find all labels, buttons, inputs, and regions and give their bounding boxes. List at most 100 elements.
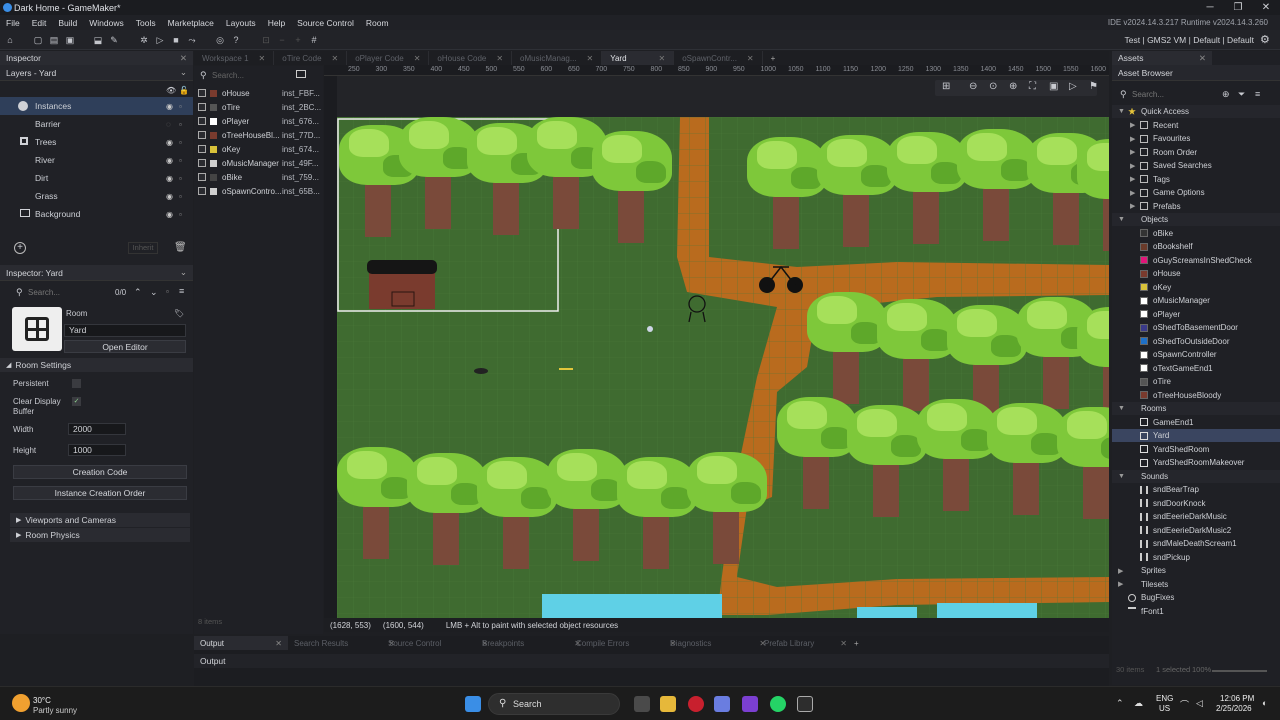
tab-diagnostics[interactable]: Diagnostics ✕ [670, 636, 766, 650]
instance-row[interactable]: oBike inst_759... [194, 170, 323, 184]
quick-item[interactable]: ▶ Saved Searches [1112, 159, 1280, 172]
tab-omusicmanager[interactable]: oMusicManag... ✕ [512, 51, 603, 65]
wifi-icon[interactable]: ⌒ [1180, 698, 1189, 711]
layer-dirt[interactable]: Dirt ◉ ▫ [0, 169, 193, 187]
close-icon[interactable]: ✕ [259, 54, 266, 63]
tab-yard[interactable]: Yard ✕ [602, 51, 675, 65]
eye-icon[interactable]: ◉ [166, 174, 173, 183]
eye-icon[interactable]: 👁 [166, 86, 176, 95]
tools-icon[interactable]: ✎ [108, 34, 120, 46]
app-icon[interactable] [742, 696, 758, 712]
package-icon[interactable]: ⬓ [92, 34, 104, 46]
instance-search-input[interactable]: Search... [212, 71, 244, 80]
quick-item[interactable]: ▶ Tags [1112, 173, 1280, 186]
lock-icon[interactable]: ▫ [166, 287, 169, 296]
zoom-out-icon[interactable]: ⊖ [969, 81, 977, 92]
view-toggle-icon[interactable] [296, 70, 306, 78]
visibility-checkbox[interactable] [198, 117, 206, 125]
group-sprites[interactable]: ▶ Sprites [1112, 564, 1280, 577]
lock-icon[interactable]: ▫ [179, 174, 182, 183]
asset-room[interactable]: Yard [1112, 429, 1280, 442]
layers-dropdown[interactable]: Layers - Yard ⌄ [0, 65, 193, 81]
tray-app-icon[interactable]: ☁ [1134, 698, 1143, 709]
new-file-icon[interactable]: ▢ [32, 34, 44, 46]
group-rooms[interactable]: ▼ Rooms [1112, 402, 1280, 415]
clean-icon[interactable]: ⤳ [186, 34, 198, 46]
asset-browser-dropdown[interactable]: Asset Browser [1112, 65, 1280, 81]
close-icon[interactable]: ✕ [659, 54, 666, 63]
instance-creation-order-button[interactable]: Instance Creation Order [13, 486, 187, 500]
height-field[interactable]: 1000 [68, 444, 126, 456]
prev-result-icon[interactable]: ⌃ [134, 287, 142, 298]
quick-item[interactable]: ▶ Prefabs [1112, 200, 1280, 213]
tray-chevron-up-icon[interactable]: ⌃ [1116, 698, 1124, 709]
tab-otire-code[interactable]: oTire Code ✕ [274, 51, 348, 65]
menu-source-control[interactable]: Source Control [291, 18, 360, 28]
asset-sound[interactable]: sndPickup [1112, 551, 1280, 564]
delete-layer-icon[interactable]: 🗑 [174, 242, 187, 253]
asset-room[interactable]: GameEnd1 [1112, 416, 1280, 429]
menu-tools[interactable]: Tools [130, 18, 162, 28]
eye-icon[interactable]: ◉ [166, 192, 173, 201]
file-explorer-icon[interactable] [660, 696, 676, 712]
asset-sound[interactable]: sndMaleDeathScream1 [1112, 537, 1280, 550]
add-layer-icon[interactable]: + [14, 242, 26, 254]
tab-ohouse-code[interactable]: oHouse Code ✕ [429, 51, 513, 65]
chevron-down-icon[interactable]: ▼ [1118, 108, 1125, 115]
menu-room[interactable]: Room [360, 18, 395, 28]
target-icon[interactable]: ◎ [214, 34, 226, 46]
inspector-tab[interactable]: Inspector ✕ [0, 51, 193, 65]
instance-row[interactable]: oTreeHouseBl... inst_77D... [194, 128, 323, 142]
group-tilesets[interactable]: ▶ Tilesets [1112, 578, 1280, 591]
lock-icon[interactable]: ▫ [179, 138, 182, 147]
zoom-reset-icon[interactable]: ⊙ [989, 81, 997, 92]
debug-icon[interactable]: ✲ [138, 34, 150, 46]
assets-tab[interactable]: Assets ✕ [1112, 51, 1212, 65]
open-file-icon[interactable]: ▤ [48, 34, 60, 46]
menu-icon[interactable]: ≡ [179, 286, 184, 296]
asset-object[interactable]: oBookshelf [1112, 240, 1280, 253]
asset-sound[interactable]: sndBearTrap [1112, 483, 1280, 496]
filter-icon[interactable]: ⏷ [1238, 89, 1245, 100]
eye-hidden-icon[interactable]: ◌ [166, 120, 171, 129]
taskbar-search[interactable]: ⚲ Search [488, 693, 620, 715]
save-icon[interactable]: ▣ [64, 34, 76, 46]
asset-bugfixes[interactable]: BugFixes [1112, 591, 1280, 604]
opera-icon[interactable] [688, 696, 704, 712]
asset-object[interactable]: oShedToOutsideDoor [1112, 335, 1280, 348]
persistent-checkbox[interactable] [72, 379, 81, 388]
asset-sound[interactable]: sndDoorKnock [1112, 497, 1280, 510]
zoom-in-icon[interactable]: ⊕ [1009, 81, 1017, 92]
quick-item[interactable]: ▶ Game Options [1112, 186, 1280, 199]
target-config[interactable]: Test | GMS2 VM | Default | Default [1125, 35, 1254, 45]
eye-icon[interactable]: ◉ [166, 102, 173, 111]
visibility-checkbox[interactable] [198, 131, 206, 139]
instance-row[interactable]: oSpawnContro... inst_65B... [194, 184, 323, 198]
room-settings-header[interactable]: ◢ Room Settings [0, 358, 193, 372]
quick-item[interactable]: ▶ Favourites [1112, 132, 1280, 145]
inspector-room-dropdown[interactable]: Inspector: Yard ⌄ [0, 265, 193, 281]
close-icon[interactable]: ✕ [587, 54, 594, 63]
instance-row[interactable]: oMusicManager inst_49F... [194, 156, 323, 170]
instance-row[interactable]: oPlayer inst_676... [194, 114, 323, 128]
layer-barrier[interactable]: Barrier ◌ ▫ [0, 115, 193, 133]
quick-item[interactable]: ▶ Room Order [1112, 146, 1280, 159]
close-button[interactable]: ✕ [1252, 0, 1280, 15]
menu-help[interactable]: Help [262, 18, 291, 28]
asset-object[interactable]: oTire [1112, 375, 1280, 388]
asset-room[interactable]: YardShedRoomMakeover [1112, 456, 1280, 469]
lock-icon[interactable]: ▫ [179, 120, 182, 129]
asset-font[interactable]: fFont1 [1112, 605, 1280, 618]
asset-room[interactable]: YardShedRoom [1112, 443, 1280, 456]
gamemaker-taskbar-icon[interactable] [797, 696, 813, 712]
chevron-down-icon[interactable]: ▼ [1118, 405, 1125, 412]
menu-edit[interactable]: Edit [26, 18, 53, 28]
visibility-checkbox[interactable] [198, 89, 206, 97]
layer-trees[interactable]: Trees ◉ ▫ [0, 133, 193, 151]
chevron-down-icon[interactable]: ▼ [1118, 216, 1125, 223]
group-quick-access[interactable]: ▼ Quick Access [1112, 105, 1280, 118]
language[interactable]: ENG [1156, 694, 1173, 703]
tab-workspace[interactable]: Workspace 1 ✕ [194, 51, 275, 65]
lock-icon[interactable]: 🔓 [179, 86, 189, 95]
chevron-right-icon[interactable]: ▶ [1130, 175, 1135, 183]
